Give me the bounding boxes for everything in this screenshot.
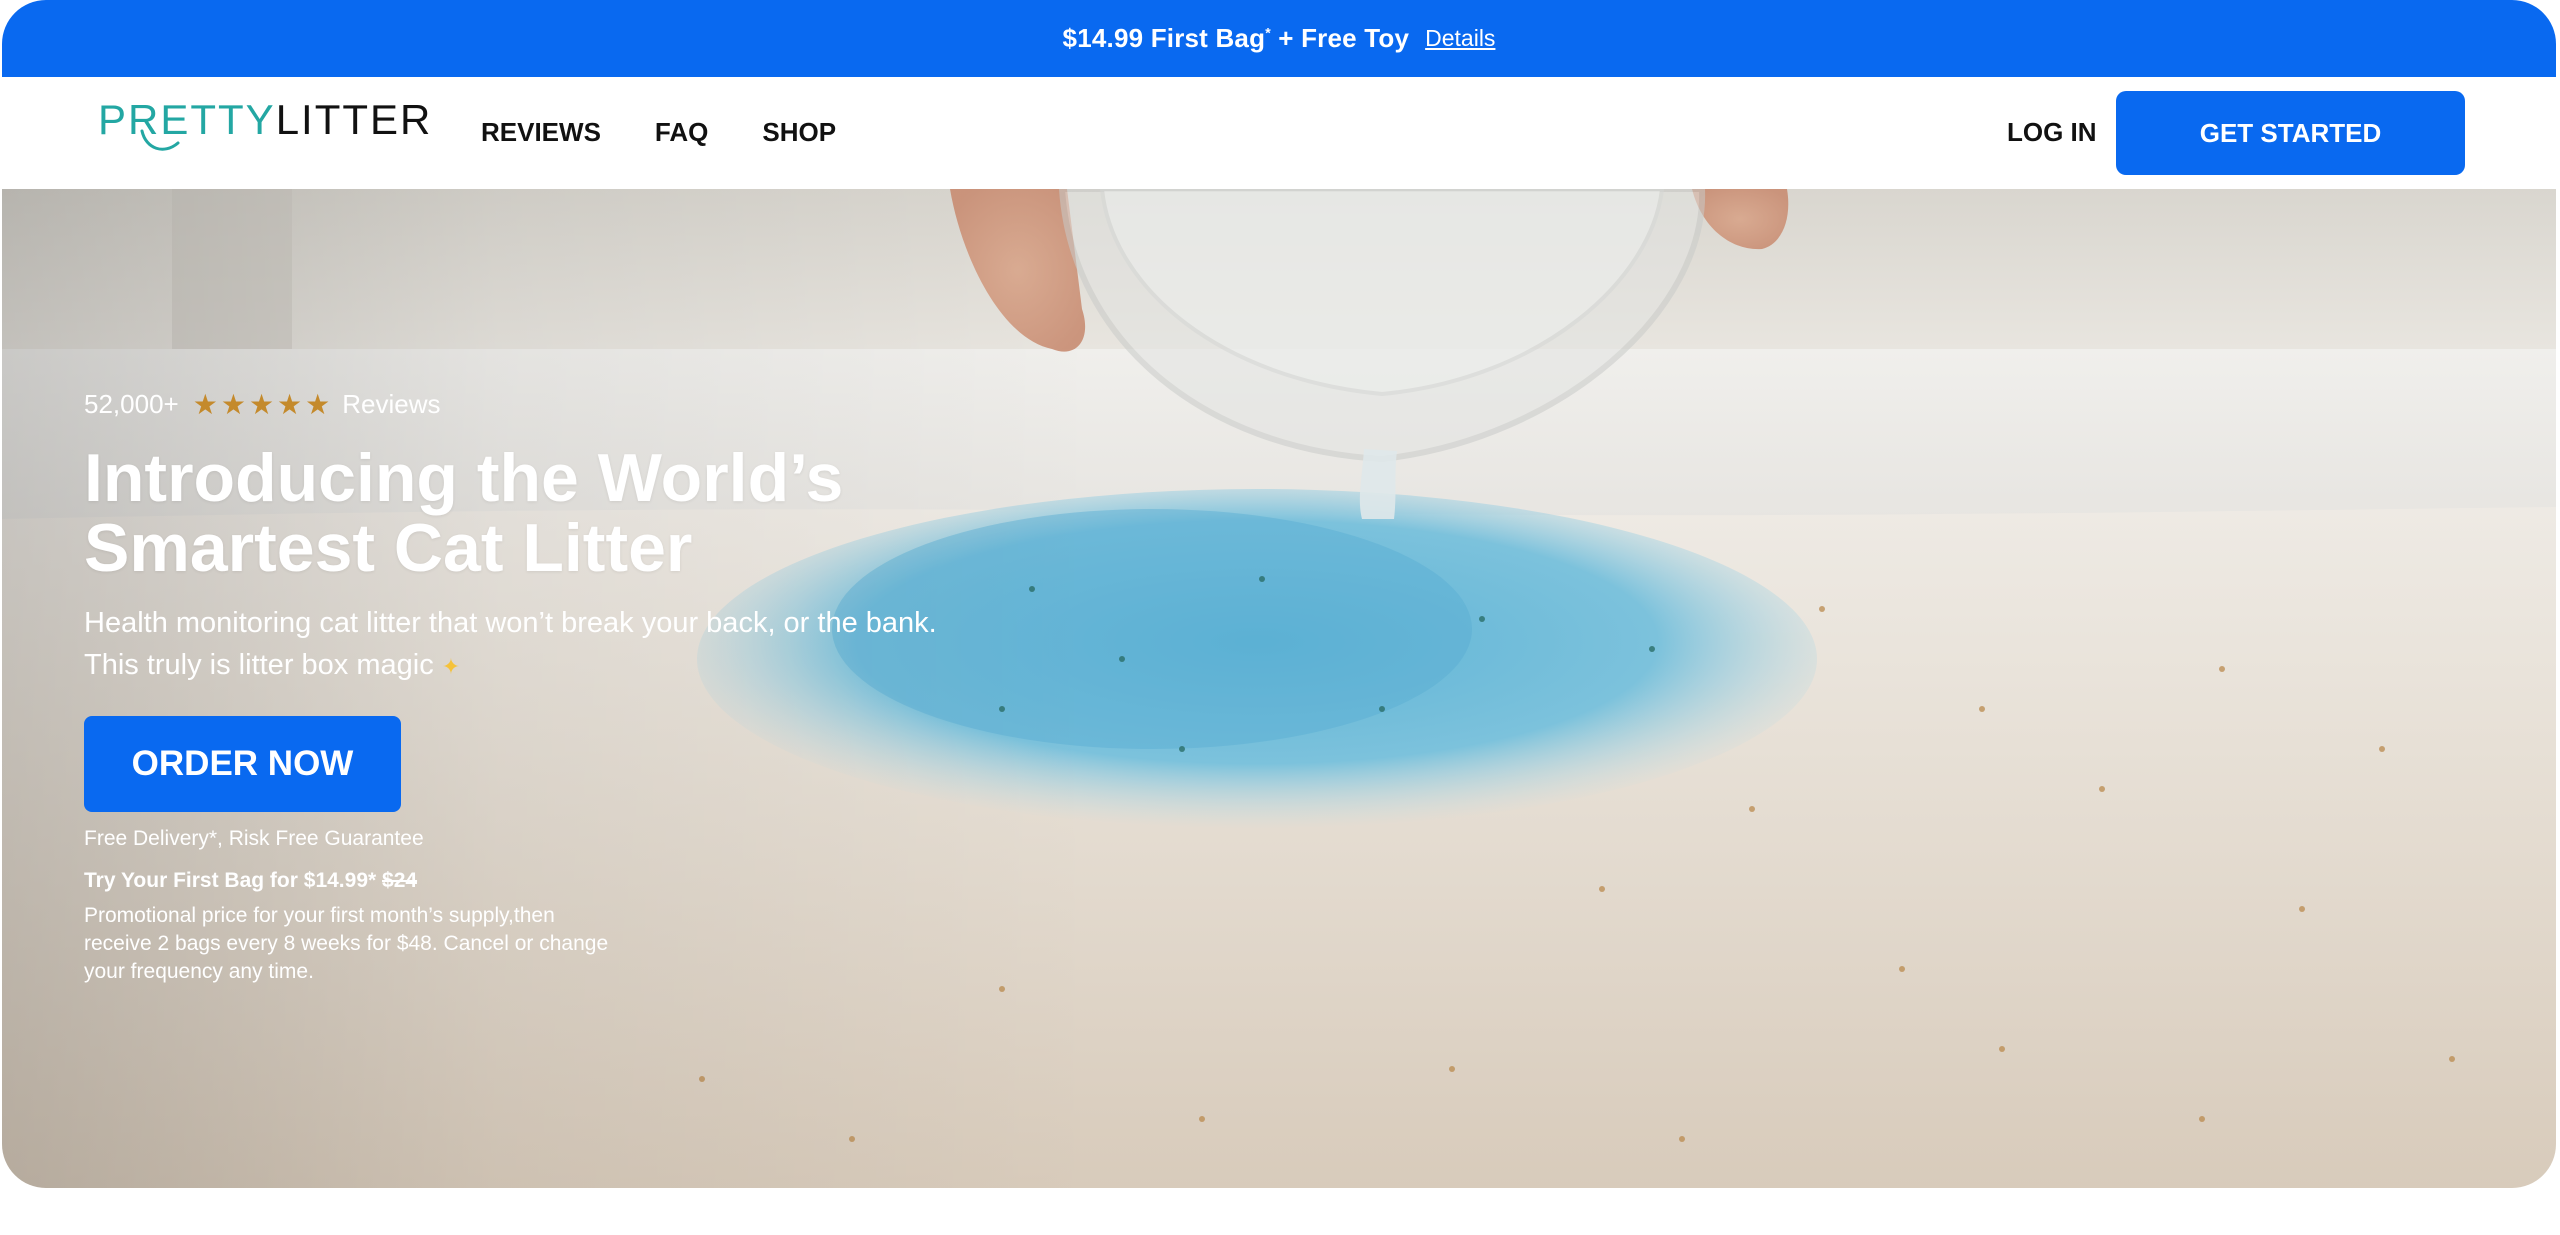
headline-line-1: Introducing the World’s <box>84 440 844 516</box>
first-bag-offer: Try Your First Bag for $14.99* $24 <box>84 869 417 893</box>
star-icon: ★ <box>277 388 303 420</box>
logo-litter: LITTER <box>275 96 433 143</box>
hero-background-image <box>2 189 2556 1188</box>
hero-section: 52,000+ ★ ★ ★ ★ ★ Reviews Introducing th… <box>2 189 2556 1188</box>
get-started-button[interactable]: GET STARTED <box>2116 91 2465 175</box>
order-now-button[interactable]: ORDER NOW <box>84 716 401 812</box>
star-icon: ★ <box>305 388 331 420</box>
star-icon: ★ <box>248 388 275 420</box>
site-header: PRETTY LITTER REVIEWS FAQ SHOP LOG IN GET… <box>2 77 2556 189</box>
promo-fine-print: Promotional price for your first month’s… <box>84 904 609 983</box>
hero-subline-1: Health monitoring cat litter that won’t … <box>84 607 937 639</box>
nav-item-faq[interactable]: FAQ <box>655 117 708 148</box>
logo-swoosh-icon <box>140 129 180 151</box>
star-rating: ★ ★ ★ ★ ★ <box>192 388 331 420</box>
login-link[interactable]: LOG IN <box>2007 117 2097 148</box>
reviews-summary[interactable]: 52,000+ ★ ★ ★ ★ ★ Reviews <box>84 389 441 420</box>
promo-bar: $14.99 First Bag* + Free Toy Details <box>2 0 2556 77</box>
hero-subline-2: This truly is litter box magic ✦ <box>84 644 1084 688</box>
nav-item-shop[interactable]: SHOP <box>762 117 836 148</box>
nav-item-reviews[interactable]: REVIEWS <box>481 117 601 148</box>
reviews-label: Reviews <box>342 389 441 419</box>
subline-2-text: This truly is litter box magic <box>84 649 434 681</box>
star-icon: ★ <box>192 388 218 420</box>
guarantee-text: Free Delivery*, Risk Free Guarantee <box>84 827 424 850</box>
promo-extra: + Free Toy <box>1270 23 1410 53</box>
headline-line-2: Smartest Cat Litter <box>84 510 693 586</box>
sparkle-icon: ✦ <box>441 654 461 679</box>
first-bag-price: Try Your First Bag for $14.99* <box>84 869 377 892</box>
page-frame: $14.99 First Bag* + Free Toy Details PRE… <box>2 0 2556 1188</box>
logo[interactable]: PRETTY LITTER <box>98 99 432 159</box>
review-count: 52,000+ <box>84 389 179 419</box>
old-price: $24 <box>382 869 418 892</box>
hero-headline: Introducing the World’s Smartest Cat Lit… <box>84 443 984 583</box>
promo-text: $14.99 First Bag* + Free Toy <box>1063 23 1410 54</box>
main-nav: REVIEWS FAQ SHOP <box>481 117 836 148</box>
promo-details-link[interactable]: Details <box>1425 25 1495 52</box>
star-icon: ★ <box>220 388 246 420</box>
promo-price: $14.99 First Bag <box>1062 23 1266 53</box>
